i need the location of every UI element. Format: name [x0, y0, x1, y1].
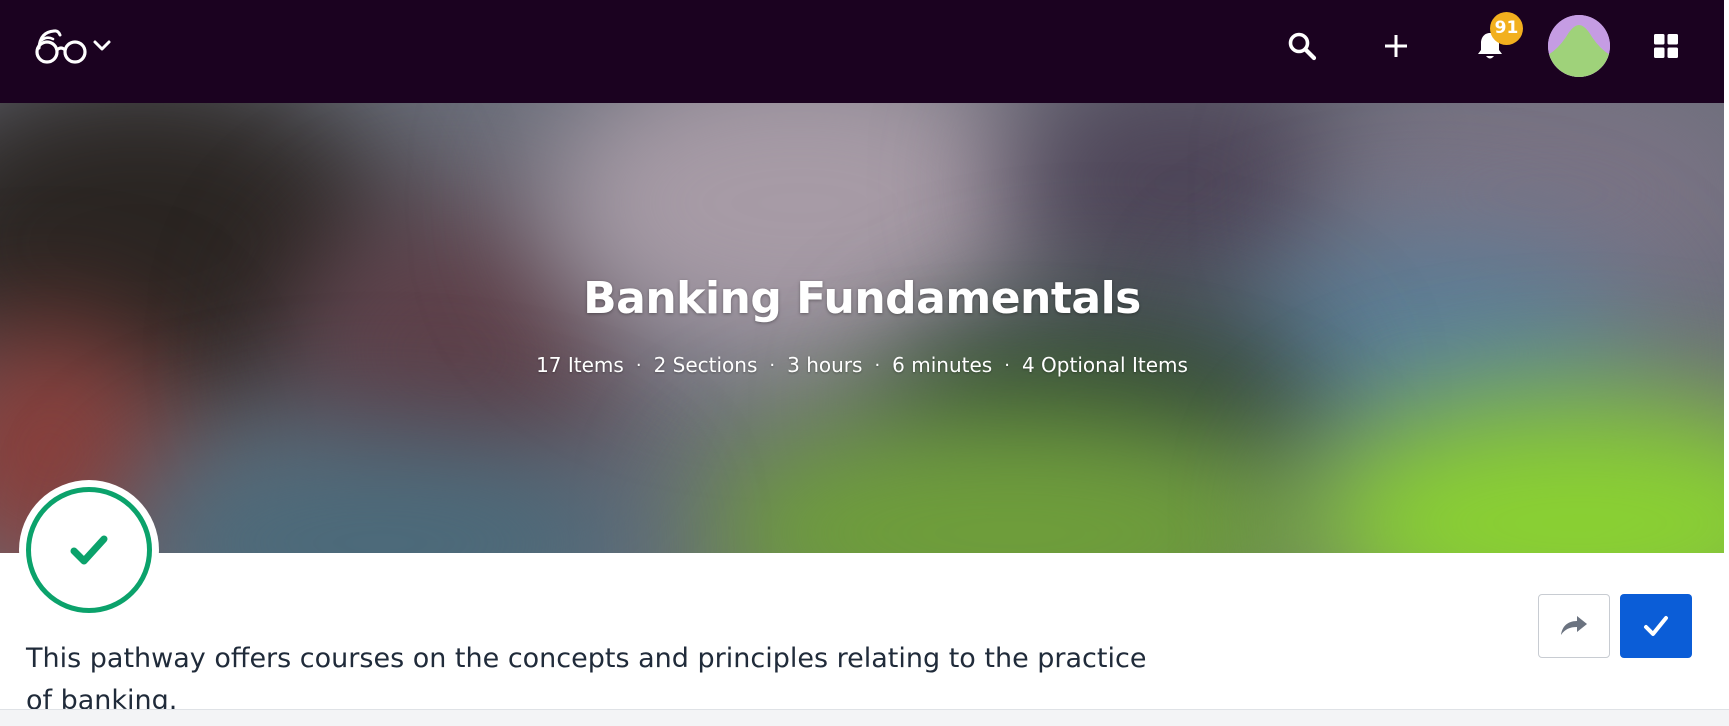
logo-menu-button[interactable] [34, 24, 120, 68]
mark-complete-button[interactable] [1620, 594, 1692, 658]
meta-separator: · [769, 354, 776, 376]
section-count: 2 Sections [653, 353, 758, 377]
notification-count-badge: 91 [1490, 12, 1523, 45]
share-button[interactable] [1538, 594, 1610, 658]
pathway-page: 91 Banking Fundamentals 17 Items · 2 Sec… [0, 0, 1729, 726]
user-avatar[interactable] [1548, 15, 1610, 77]
optional-item-count: 4 Optional Items [1021, 353, 1188, 377]
apps-menu-button[interactable] [1642, 22, 1690, 70]
item-count: 17 Items [536, 353, 624, 377]
checkmark-icon [1644, 616, 1668, 636]
avatar-image [1548, 15, 1610, 77]
page-bottom-edge [0, 709, 1729, 726]
completion-ring [26, 487, 152, 613]
create-button[interactable] [1372, 22, 1420, 70]
meta-separator: · [1004, 354, 1010, 376]
duration-minutes: 6 minutes [892, 353, 993, 377]
meta-separator: · [874, 354, 881, 376]
pathway-hero-banner: Banking Fundamentals 17 Items · 2 Sectio… [0, 103, 1724, 553]
meta-separator: · [635, 354, 642, 376]
completion-status [19, 480, 159, 620]
pathway-title: Banking Fundamentals [583, 273, 1141, 324]
grid-icon [1654, 34, 1678, 58]
checkmark-icon [70, 535, 108, 565]
duration-hours: 3 hours [787, 353, 863, 377]
top-navigation-bar: 91 [0, 0, 1724, 103]
chevron-down-icon [93, 40, 111, 51]
share-arrow-icon [1561, 616, 1587, 635]
plus-icon [1385, 35, 1407, 57]
pathway-meta: 17 Items · 2 Sections · 3 hours · 6 minu… [0, 353, 1724, 377]
search-icon [1288, 32, 1317, 61]
search-button[interactable] [1278, 22, 1326, 70]
glasses-logo-icon [35, 29, 87, 64]
